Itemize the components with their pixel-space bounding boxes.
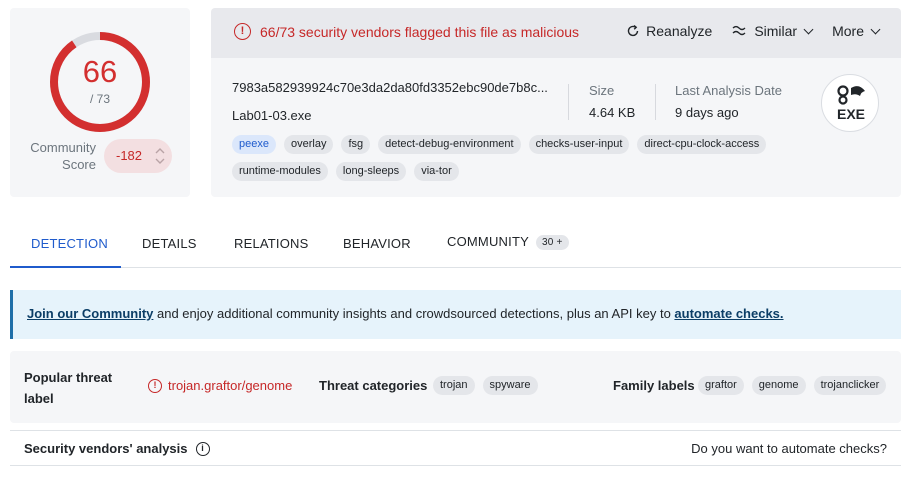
community-info-text: Join our Community and enjoy additional … — [27, 306, 784, 321]
last-analysis-value: 9 days ago — [675, 105, 739, 120]
popular-threat-label[interactable]: ! trojan.graftor/genome — [148, 378, 292, 393]
executable-gears-icon — [837, 85, 865, 105]
file-tag[interactable]: long-sleeps — [335, 162, 407, 181]
threat-categories-title: Threat categories — [319, 378, 428, 393]
file-tag[interactable]: runtime-modules — [232, 162, 328, 181]
threat-summary: Popular threat label ! trojan.graftor/ge… — [10, 351, 901, 423]
file-tag[interactable]: fsg — [341, 135, 371, 154]
threat-category-chip[interactable]: spyware — [482, 376, 538, 395]
tab-behavior[interactable]: BEHAVIOR — [343, 236, 411, 251]
popular-threat-label-title: Popular threat label — [24, 370, 113, 406]
threat-category-chip[interactable]: trojan — [433, 376, 475, 395]
file-tags: peexe overlay fsg detect-debug-environment c… — [232, 135, 792, 181]
exclamation-circle-icon: ! — [234, 23, 251, 40]
community-info-middle: and enjoy additional community insights … — [153, 306, 675, 321]
file-type-badge: EXE — [821, 74, 879, 132]
file-hash[interactable]: 7983a582939924c70e3da2da80fd3352ebc90de7… — [232, 80, 548, 95]
divider — [568, 84, 569, 120]
reanalyze-label: Reanalyze — [646, 23, 713, 39]
community-score-value: -182 — [115, 148, 143, 163]
file-tag[interactable]: detect-debug-environment — [378, 135, 521, 154]
more-label: More — [832, 23, 864, 39]
tab-relations[interactable]: RELATIONS — [234, 236, 309, 251]
community-score-label: Community Score — [30, 140, 96, 172]
file-tag[interactable]: peexe — [232, 135, 276, 154]
detection-gauge: 66 / 73 — [48, 30, 152, 134]
threat-categories: trojan spyware — [433, 376, 538, 395]
info-icon[interactable]: i — [195, 441, 210, 456]
last-analysis-label: Last Analysis Date — [675, 83, 782, 98]
security-vendors-title: Security vendors' analysis i — [24, 441, 210, 456]
more-button[interactable]: More — [832, 23, 881, 39]
banner-actions: Reanalyze Similar More — [626, 23, 881, 39]
file-tag[interactable]: via-tor — [414, 162, 459, 181]
size-value: 4.64 KB — [589, 105, 636, 120]
tab-community-label: COMMUNITY — [447, 234, 529, 249]
family-labels-title: Family labels — [613, 378, 695, 393]
refresh-icon — [627, 24, 639, 37]
similar-label: Similar — [754, 23, 798, 39]
malicious-alert-text: 66/73 security vendors flagged this file… — [260, 23, 580, 40]
vote-chevrons-icon[interactable] — [152, 145, 168, 167]
detection-score-card: 66 / 73 Community Score -182 — [10, 8, 190, 197]
join-community-link[interactable]: Join our Community — [27, 306, 153, 321]
detection-banner: ! 66/73 security vendors flagged this fi… — [211, 8, 901, 58]
security-vendors-title-text: Security vendors' analysis — [24, 441, 188, 456]
detection-total: / 73 — [89, 92, 110, 106]
tab-community[interactable]: COMMUNITY 30 + — [447, 234, 569, 251]
file-name: Lab01-03.exe — [232, 108, 312, 123]
tab-details[interactable]: DETAILS — [142, 236, 197, 251]
divider — [655, 84, 656, 120]
malicious-alert: ! 66/73 security vendors flagged this fi… — [234, 23, 579, 40]
family-labels: graftor genome trojanclicker — [698, 376, 886, 395]
chevron-down-icon — [870, 24, 881, 34]
automate-checks-link[interactable]: automate checks. — [674, 306, 783, 321]
family-label-chip[interactable]: graftor — [698, 376, 744, 395]
size-label: Size — [589, 83, 615, 98]
tab-detection[interactable]: DETECTION — [31, 236, 108, 251]
community-score-pill[interactable]: -182 — [104, 139, 172, 173]
automate-checks-prompt[interactable]: Do you want to automate checks? — [691, 441, 887, 456]
detection-count: 66 — [82, 54, 118, 89]
file-info-panel: 7983a582939924c70e3da2da80fd3352ebc90de7… — [211, 58, 901, 197]
report-tabs: DETECTION DETAILS RELATIONS BEHAVIOR COM… — [10, 228, 901, 268]
file-tag[interactable]: direct-cpu-clock-access — [637, 135, 767, 154]
popular-threat-label-value: trojan.graftor/genome — [168, 378, 293, 393]
family-label-chip[interactable]: trojanclicker — [813, 376, 886, 395]
active-tab-indicator — [10, 266, 121, 268]
community-info-bar: Join our Community and enjoy additional … — [10, 290, 901, 339]
similar-wave-icon — [732, 25, 746, 36]
file-type-label: EXE — [836, 106, 865, 122]
security-vendors-header: Security vendors' analysis i Do you want… — [10, 430, 901, 466]
similar-button[interactable]: Similar — [732, 23, 814, 39]
file-tag[interactable]: checks-user-input — [528, 135, 630, 154]
chevron-down-icon — [803, 24, 814, 34]
exclamation-circle-icon: ! — [148, 378, 162, 393]
file-tag[interactable]: overlay — [283, 135, 334, 154]
family-label-chip[interactable]: genome — [751, 376, 806, 395]
community-count-badge: 30 + — [535, 235, 569, 251]
reanalyze-button[interactable]: Reanalyze — [626, 23, 712, 39]
